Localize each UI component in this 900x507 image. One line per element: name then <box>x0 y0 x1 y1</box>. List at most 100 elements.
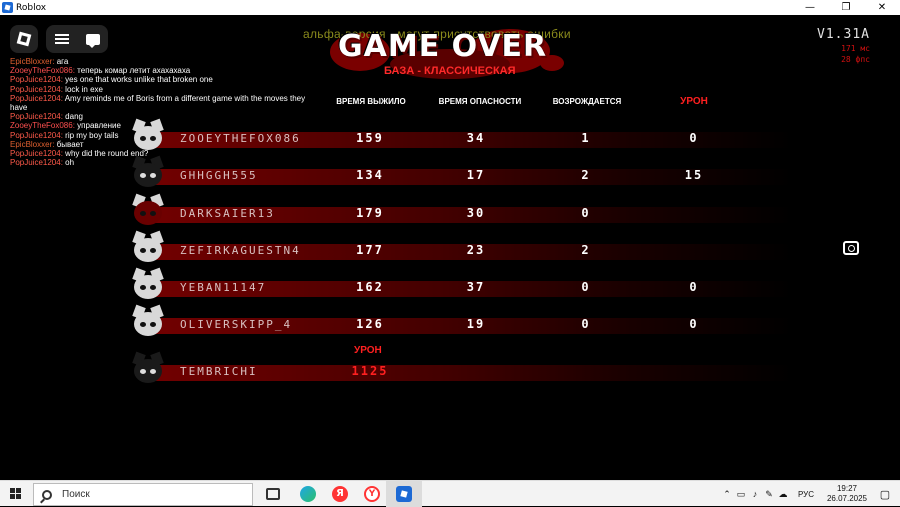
hamburger-menu-icon[interactable] <box>54 34 69 44</box>
window-controls: — ❐ ✕ <box>792 0 900 15</box>
chat-username: PopJuice1204: <box>10 112 63 122</box>
player-name: ZEFIRKAGUESTN4 <box>180 244 301 257</box>
close-button[interactable]: ✕ <box>864 0 900 15</box>
yandex-icon[interactable]: Я <box>332 486 348 502</box>
chat-toggle-icon[interactable] <box>85 33 100 48</box>
fps-readout: 28 фпс <box>841 55 870 64</box>
avatar-eye <box>150 211 156 216</box>
player-row: ZEFIRKAGUESTN4 177 23 2 <box>112 230 792 264</box>
column-header-damage: УРОН <box>680 96 708 107</box>
player-avatar <box>126 193 170 233</box>
player-row: ZOOEYTHEFOX086 159 34 1 0 <box>112 118 792 152</box>
avatar-eye <box>150 322 156 327</box>
chevron-up-icon[interactable]: ⌃ <box>720 489 734 500</box>
restore-button[interactable]: ❐ <box>828 0 864 15</box>
time-survived-value: 134 <box>356 168 384 182</box>
chat-text: теперь комар летит ахахахаха <box>77 66 191 76</box>
damage-value: 0 <box>689 317 699 331</box>
language-indicator[interactable]: РУС <box>798 490 814 499</box>
chat-text: rip my boy tails <box>65 130 119 140</box>
chat-message: PopJuice1204: lock in exe <box>10 85 320 94</box>
chat-message: PopJuice1204: yes one that works unlike … <box>10 75 320 84</box>
windows-start-icon[interactable] <box>10 488 22 500</box>
avatar-eye <box>140 322 146 327</box>
player-name: DARKSAIER13 <box>180 207 275 220</box>
player-name: YEBAN11147 <box>180 281 267 294</box>
danger-time-value: 30 <box>466 206 486 220</box>
player-avatar <box>126 267 170 307</box>
roblox-logo-icon <box>16 31 32 47</box>
yandex-browser-icon[interactable]: Y <box>364 486 380 502</box>
screenshot-icon[interactable] <box>843 241 859 255</box>
avatar-head <box>134 238 162 262</box>
clock-time: 19:27 <box>836 484 858 493</box>
search-icon <box>42 489 52 500</box>
danger-time-value: 37 <box>466 280 486 294</box>
chat-username: ZooeyTheFox086: <box>10 121 75 131</box>
roblox-menu-button[interactable] <box>10 25 38 53</box>
game-mode-label: БАЗА - КЛАССИЧЕСКАЯ <box>384 65 516 77</box>
player-name: GHHGGH555 <box>180 169 258 182</box>
time-survived-value: 177 <box>356 243 384 257</box>
avatar-eye <box>150 285 156 290</box>
killer-damage-value: 1125 <box>351 364 389 378</box>
time-survived-value: 159 <box>356 131 384 145</box>
minimize-button[interactable]: — <box>792 0 828 15</box>
chat-username: EpicBloxxer: <box>10 139 55 149</box>
avatar-head <box>134 275 162 299</box>
windows-taskbar: Поиск Я Y ⌃ ▭ ♪ ✎ ☁ РУС 19:27 26.07.2025… <box>0 480 900 507</box>
game-viewport: EpicBloxxer: ага ZooeyTheFox086: теперь к… <box>0 15 900 480</box>
cloud-icon[interactable]: ☁ <box>776 489 790 500</box>
network-icon[interactable]: ▭ <box>734 489 748 500</box>
chat-username: PopJuice1204: <box>10 158 63 168</box>
volume-icon[interactable]: ♪ <box>748 489 762 499</box>
danger-time-value: 17 <box>466 168 486 182</box>
chat-username: EpicBloxxer: <box>10 57 55 66</box>
danger-time-value: 23 <box>466 243 486 257</box>
killer-name: TEMBRICHI <box>180 365 258 378</box>
clock-date: 26.07.2025 <box>826 494 868 503</box>
chat-message: PopJuice1204: Amy reminds me of Boris fr… <box>10 94 320 112</box>
time-survived-value: 162 <box>356 280 384 294</box>
avatar-eye <box>140 136 146 141</box>
task-view-icon[interactable] <box>266 488 280 500</box>
window-titlebar: Roblox — ❐ ✕ <box>0 0 900 15</box>
avatar-eye <box>150 173 156 178</box>
time-survived-value: 126 <box>356 317 384 331</box>
top-bar-buttons <box>46 25 108 53</box>
player-name: OLIVERSKIPP_4 <box>180 318 293 331</box>
avatar-eye <box>150 369 156 374</box>
killer-avatar <box>126 351 170 391</box>
window-title: Roblox <box>16 2 47 13</box>
chat-username: ZooeyTheFox086: <box>10 66 75 76</box>
chat-username: PopJuice1204: <box>10 93 63 103</box>
player-row: GHHGGH555 134 17 2 15 <box>112 155 792 189</box>
edge-browser-icon[interactable] <box>300 486 316 502</box>
chat-text: ага <box>56 57 69 66</box>
avatar-eye <box>140 285 146 290</box>
player-avatar <box>126 118 170 158</box>
chat-text: бывает <box>56 139 84 149</box>
chat-text: oh <box>65 158 75 168</box>
roblox-taskbar-icon[interactable] <box>396 486 412 502</box>
chat-text: dang <box>65 112 83 122</box>
game-over-title: GAME OVER <box>338 29 548 64</box>
chat-message: EpicBloxxer: ага <box>10 57 320 66</box>
pen-icon[interactable]: ✎ <box>762 489 776 500</box>
player-row: DARKSAIER13 179 30 0 <box>112 193 792 227</box>
respawns-value: 0 <box>581 206 591 220</box>
notification-icon[interactable]: ▢ <box>870 488 900 501</box>
player-name: ZOOEYTHEFOX086 <box>180 132 301 145</box>
danger-time-value: 19 <box>466 317 486 331</box>
taskbar-clock[interactable]: 19:27 26.07.2025 <box>824 484 870 504</box>
column-header-danger-time: ВРЕМЯ ОПАСНОСТИ <box>438 97 522 106</box>
system-tray: ⌃ ▭ ♪ ✎ ☁ РУС 19:27 26.07.2025 ▢ <box>720 481 900 507</box>
avatar-head <box>134 201 162 225</box>
respawns-value: 2 <box>581 243 591 257</box>
player-row: YEBAN11147 162 37 0 0 <box>112 267 792 301</box>
damage-value: 0 <box>689 131 699 145</box>
chat-text: lock in exe <box>65 84 103 94</box>
chat-text: yes one that works unlike that broken on… <box>65 75 213 85</box>
taskbar-search-input[interactable]: Поиск <box>33 483 253 506</box>
danger-time-value: 34 <box>466 131 486 145</box>
